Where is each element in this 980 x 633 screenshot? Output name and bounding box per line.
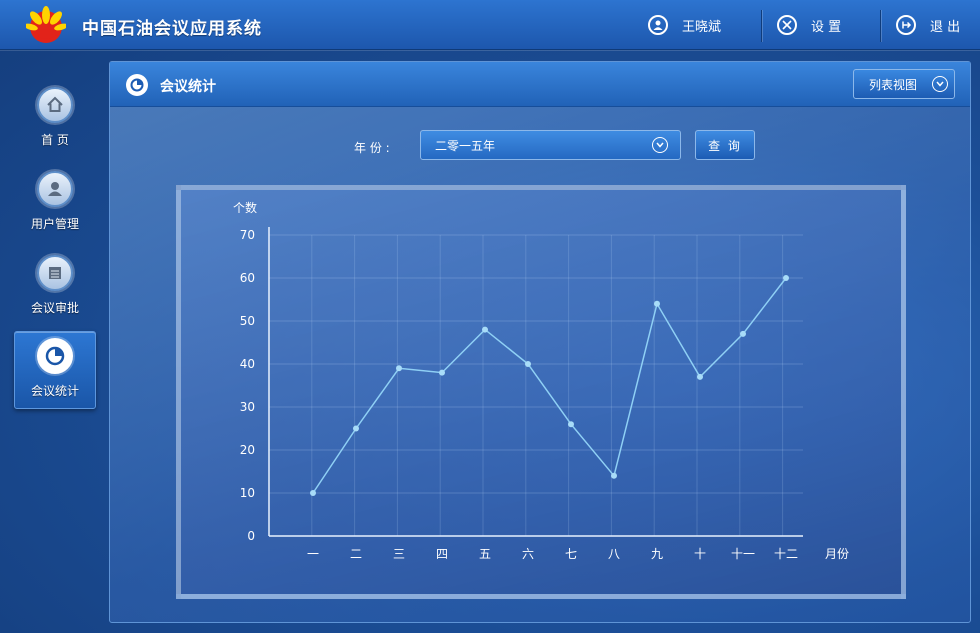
x-tick-label: 一	[307, 547, 319, 561]
chevron-down-icon	[932, 76, 948, 92]
top-header: 中国石油会议应用系统 王晓斌 设 置 退 出	[0, 0, 980, 50]
sidebar-item-label: 首 页	[41, 133, 69, 147]
list-view-button[interactable]: 列表视图	[853, 69, 955, 99]
settings-button[interactable]: 设 置	[777, 0, 841, 50]
y-tick-label: 30	[240, 400, 255, 414]
chart-container: 0 10 20 30 40 50 60 70 个数月份 一 二 三 四 五 六 七 八 九 十 十一 十二	[176, 185, 906, 599]
y-tick-label: 70	[240, 228, 255, 242]
year-select[interactable]: 二零一五年	[420, 130, 681, 160]
home-icon	[37, 87, 73, 123]
x-tick-label: 六	[522, 547, 534, 561]
y-tick-label: 20	[240, 443, 255, 457]
data-point	[353, 425, 359, 432]
document-icon	[37, 255, 73, 291]
y-axis-label: 个数	[233, 200, 257, 215]
pie-chart-icon	[37, 338, 73, 374]
panel-title: 会议统计	[160, 79, 216, 95]
year-label: 年 份 :	[354, 141, 390, 155]
x-tick-label: 七	[565, 547, 577, 561]
sidebar-item-statistics[interactable]: 会议统计	[14, 331, 96, 409]
x-tick-label: 十一	[731, 547, 755, 561]
pie-chart-icon	[126, 74, 148, 96]
header-divider	[880, 10, 881, 42]
data-point	[654, 300, 660, 307]
data-point	[525, 361, 531, 367]
logout-button[interactable]: 退 出	[896, 0, 960, 50]
panel-header: 会议统计 列表视图	[110, 62, 970, 107]
data-point	[310, 490, 316, 496]
line-chart: 0 10 20 30 40 50 60 70 个数月份 一 二 三 四 五 六 七 八 九 十 十一 十二	[233, 200, 849, 561]
statistics-panel: 会议统计 列表视图 年 份 : 二零一五年 查 询 0 10 20 30 40 50 60 7…	[109, 61, 971, 623]
data-point	[611, 472, 617, 479]
data-point	[439, 369, 445, 376]
list-view-label: 列表视图	[869, 77, 918, 92]
x-tick-label: 五	[479, 547, 491, 561]
user-name: 王晓斌	[682, 19, 722, 35]
sidebar-item-approval[interactable]: 会议审批	[14, 249, 96, 327]
petrochina-logo	[26, 6, 66, 43]
x-tick-label: 八	[608, 547, 620, 561]
x-tick-label: 十二	[774, 547, 798, 561]
chevron-down-icon	[652, 137, 668, 153]
series-line	[312, 277, 787, 494]
header-divider	[761, 10, 762, 42]
data-point	[740, 330, 746, 337]
user-profile-button[interactable]: 王晓斌	[648, 0, 721, 50]
logout-icon	[896, 15, 916, 35]
x-tick-label: 四	[436, 547, 448, 561]
y-tick-label: 0	[247, 529, 255, 543]
sidebar-item-users[interactable]: 用户管理	[14, 165, 96, 243]
data-point	[697, 373, 703, 380]
y-tick-label: 10	[240, 486, 255, 500]
x-tick-label: 九	[651, 547, 663, 561]
x-tick-label: 二	[350, 547, 362, 561]
user-icon	[37, 171, 73, 207]
sidebar-item-label: 会议统计	[30, 384, 79, 398]
tools-icon	[777, 15, 797, 35]
x-axis-label: 月份	[825, 547, 849, 561]
sidebar-item-home[interactable]: 首 页	[14, 81, 96, 159]
app-title: 中国石油会议应用系统	[82, 19, 262, 39]
sidebar: 首 页 用户管理 会议审批 会议统计	[0, 51, 108, 633]
sidebar-item-label: 会议审批	[30, 301, 79, 315]
x-tick-label: 十	[694, 547, 706, 561]
y-tick-label: 40	[240, 357, 255, 371]
y-tick-label: 50	[240, 314, 255, 328]
sidebar-item-label: 用户管理	[30, 217, 79, 231]
year-select-value: 二零一五年	[435, 138, 496, 153]
logout-label: 退 出	[930, 19, 961, 35]
query-button[interactable]: 查 询	[695, 130, 755, 160]
settings-label: 设 置	[811, 19, 842, 35]
y-tick-label: 60	[240, 271, 255, 285]
data-point	[783, 275, 789, 281]
data-point	[568, 421, 574, 428]
user-icon	[648, 15, 668, 35]
data-point	[396, 365, 402, 372]
x-tick-label: 三	[393, 547, 405, 561]
data-point	[482, 326, 488, 333]
